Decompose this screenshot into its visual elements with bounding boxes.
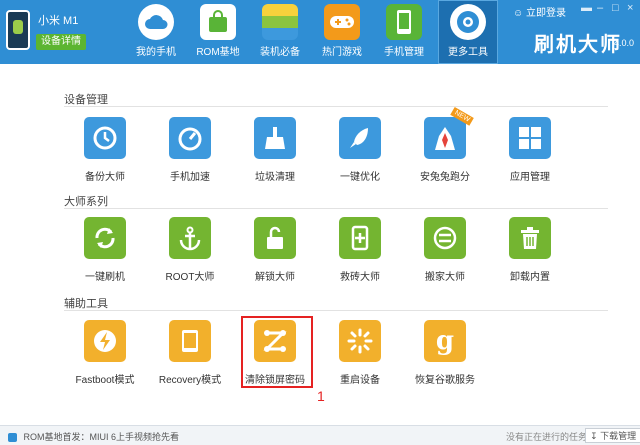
tool-restore-google-services[interactable]: g 恢复谷歌服务 [410,320,480,386]
status-bar: ROM基地首发：MIUI 6上手视频抢先看 没有正在进行的任务 ↧ 下载管理 [0,425,640,445]
tool-unlock-master[interactable]: 解锁大师 [240,217,310,283]
brand-logo: 刷机大师 [534,34,622,56]
tool-label: 安兔兔跑分 [420,172,470,183]
tool-label: Fastboot模式 [75,375,135,386]
device-name: 小米 M1 [38,15,79,27]
nav-rom-base[interactable]: ROM基地 [190,0,246,64]
transfer-icon [424,217,466,259]
tool-root-master[interactable]: ROOT大师 [155,217,225,283]
backup-icon [84,117,126,159]
tool-label: ROOT大师 [165,272,215,283]
tool-label: 恢复谷歌服务 [415,375,475,386]
section-divider [64,106,608,107]
section-title-device-management: 设备管理 [64,94,108,106]
tool-label: 解锁大师 [255,272,295,283]
lightning-icon [84,320,126,362]
tool-label: 一键优化 [340,172,380,183]
tool-label: 应用管理 [510,172,550,183]
cloud-icon [138,4,174,40]
task-status: 没有正在进行的任务 [506,432,588,442]
nav-essential-apps[interactable]: 装机必备 [252,0,308,64]
nav-label: 手机管理 [384,47,424,58]
tool-moving-master[interactable]: 搬家大师 [410,217,480,283]
user-icon: ☺ [513,8,524,19]
download-icon: ↧ [590,431,598,441]
anchor-icon [169,217,211,259]
trash-icon [509,217,551,259]
nav-label: 更多工具 [448,47,488,58]
store-bag-icon [200,4,236,40]
main-nav: 我的手机 ROM基地 装机必备 热门游戏 手机管理 更多工具 [128,0,504,64]
download-manager-button[interactable]: ↧ 下载管理 [585,428,640,443]
close-icon[interactable]: × [627,2,633,14]
login-label: 立即登录 [526,8,566,19]
info-icon [8,433,17,443]
gamepad-icon [324,4,360,40]
maximize-icon[interactable]: □ [612,2,619,14]
spinner-icon [339,320,381,362]
tool-label: Recovery模式 [158,375,222,386]
tool-label: 重启设备 [340,375,380,386]
google-g-icon: g [424,320,466,362]
skin-icon[interactable]: ▬ [581,2,592,14]
tool-label: 搬家大师 [425,272,465,283]
tool-one-click-optimize[interactable]: 一键优化 [325,117,395,183]
tool-label: 手机加速 [170,172,210,183]
tool-phone-speedup[interactable]: 手机加速 [155,117,225,183]
tool-backup-master[interactable]: 备份大师 [70,117,140,183]
refresh-icon [84,217,126,259]
login-link[interactable]: ☺ 立即登录 [513,4,566,19]
device-detail-button[interactable]: 设备详情 [36,34,86,50]
tool-one-click-flash[interactable]: 一键刷机 [70,217,140,283]
highlight-box [241,316,313,388]
tool-app-management[interactable]: 应用管理 [495,117,565,183]
app-manage-icon [509,117,551,159]
android-phone-icon [6,10,30,50]
top-bar: 小米 M1 设备详情 我的手机 ROM基地 装机必备 热门游戏 手机管理 更多工… [0,0,640,64]
antutu-icon: NEW [424,107,474,159]
tool-label: 一键刷机 [85,272,125,283]
nav-label: 装机必备 [260,47,300,58]
nav-label: 我的手机 [136,47,176,58]
section-title-auxiliary-tools: 辅助工具 [64,298,108,310]
speedometer-icon [169,117,211,159]
rocket-icon [339,117,381,159]
news-ticker[interactable]: ROM基地首发：MIUI 6上手视频抢先看 [8,430,179,443]
tool-reboot-device[interactable]: 重启设备 [325,320,395,386]
nav-my-phone[interactable]: 我的手机 [128,0,184,64]
tool-label: 救砖大师 [340,272,380,283]
version-label: 4.0.0 [614,38,635,48]
nav-label: 热门游戏 [322,47,362,58]
tablet-icon [169,320,211,362]
nav-hot-games[interactable]: 热门游戏 [314,0,370,64]
nav-phone-manager[interactable]: 手机管理 [376,0,432,64]
phone-plus-icon [339,217,381,259]
broom-icon [254,117,296,159]
nav-label: ROM基地 [196,47,240,58]
tool-brick-rescue[interactable]: 救砖大师 [325,217,395,283]
tool-label: 垃圾清理 [255,172,295,183]
download-manager-label: 下载管理 [600,431,637,441]
section-divider [64,208,608,209]
app-grid-icon [262,4,298,40]
unlock-icon [254,217,296,259]
section-title-master-series: 大师系列 [64,196,108,208]
tool-fastboot-mode[interactable]: Fastboot模式 [70,320,140,386]
phone-manager-icon [386,4,422,40]
tool-recovery-mode[interactable]: Recovery模式 [155,320,225,386]
minimize-icon[interactable]: – [597,2,603,14]
tool-label: 备份大师 [85,172,125,183]
section-divider [64,310,608,311]
tools-icon [450,4,486,40]
step-number: 1 [317,388,325,404]
tool-label: 卸载内置 [510,272,550,283]
tool-uninstall-builtin[interactable]: 卸载内置 [495,217,565,283]
device-panel: 小米 M1 设备详情 [6,8,116,56]
news-text: ROM基地首发：MIUI 6上手视频抢先看 [23,432,180,442]
nav-more-tools[interactable]: 更多工具 [438,0,498,64]
tool-antutu-benchmark[interactable]: NEW 安兔兔跑分 [410,107,480,183]
tool-junk-cleaner[interactable]: 垃圾清理 [240,117,310,183]
